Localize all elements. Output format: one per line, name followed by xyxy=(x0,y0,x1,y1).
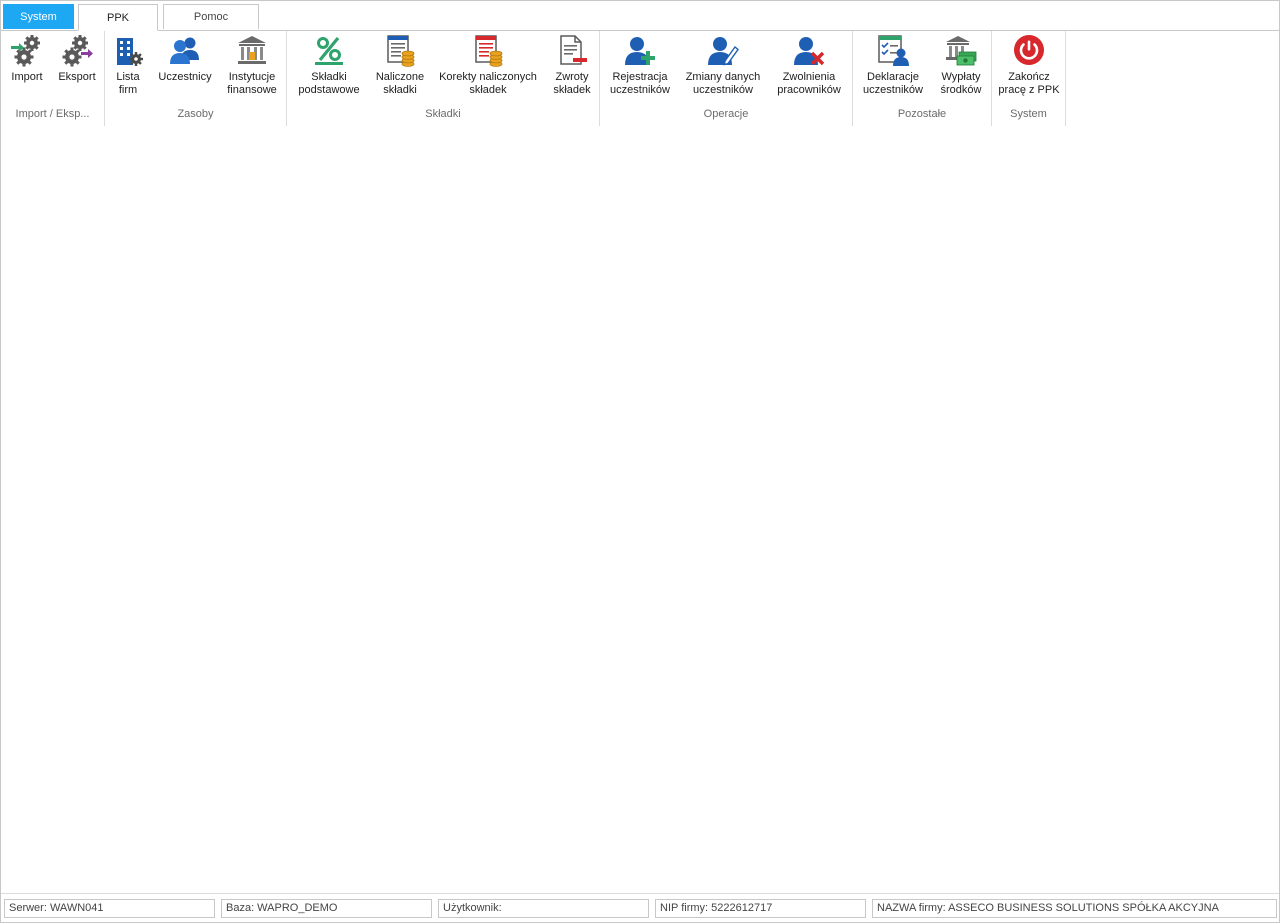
wyplaty-label: Wypłaty środków xyxy=(940,71,982,96)
document-coins-red-icon xyxy=(475,35,503,67)
document-coins-icon xyxy=(387,35,415,67)
group-label-pozostale: Pozostałe xyxy=(897,108,947,120)
group-pozostale: Deklaracje uczestników Wypłaty środków P… xyxy=(853,31,992,126)
zakoncz-button[interactable]: Zakończ pracę z PPK xyxy=(996,34,1062,102)
skladki-podstawowe-label: Składki podstawowe xyxy=(298,71,360,96)
uczestnicy-button[interactable]: Uczestnicy xyxy=(155,34,215,102)
user-remove-icon xyxy=(794,37,825,66)
bank-money-icon xyxy=(946,36,977,66)
skladki-podstawowe-button[interactable]: Składki podstawowe xyxy=(293,34,365,102)
group-system: Zakończ pracę z PPK System xyxy=(992,31,1066,126)
group-operacje: Rejestracja uczestników Zmiany danych ucze… xyxy=(600,31,853,126)
ribbon-tabs: System PPK Pomoc xyxy=(1,1,1279,31)
import-label: Import xyxy=(11,71,43,83)
bank-icon xyxy=(238,36,266,64)
instytucje-label: Instytucje finansowe xyxy=(227,71,277,96)
status-company: NAZWA firmy: ASSECO BUSINESS SOLUTIONS S… xyxy=(872,899,1277,918)
gears-export-icon xyxy=(62,35,93,67)
power-icon xyxy=(1014,35,1044,65)
gears-import-icon xyxy=(11,35,40,67)
status-nip: NIP firmy: 5222612717 xyxy=(655,899,866,918)
instytucje-button[interactable]: Instytucje finansowe xyxy=(221,34,283,102)
building-gear-icon xyxy=(117,38,143,66)
group-label-skladki: Składki xyxy=(425,108,461,120)
zwroty-skladek-button[interactable]: Zwroty składek xyxy=(549,34,595,102)
deklaracje-button[interactable]: Deklaracje uczestników xyxy=(859,34,927,102)
status-bar: Serwer: WAWN041 Baza: WAPRO_DEMO Użytkow… xyxy=(1,893,1279,922)
lista-firm-label: Lista firm xyxy=(116,71,140,96)
tab-pomoc[interactable]: Pomoc xyxy=(163,4,259,29)
group-label-system: System xyxy=(1010,108,1047,120)
wyplaty-button[interactable]: Wypłaty środków xyxy=(935,34,987,102)
group-zasoby: Lista firm Uczestnicy Instytucje finanso… xyxy=(105,31,287,126)
status-user: Użytkownik: xyxy=(438,899,649,918)
naliczone-skladki-label: Naliczone składki xyxy=(375,71,425,96)
import-button[interactable]: Import xyxy=(6,34,48,102)
group-label-zasoby: Zasoby xyxy=(177,108,214,120)
group-import-export: Import Eksport Import / Eksp... xyxy=(1,31,105,126)
deklaracje-label: Deklaracje uczestników xyxy=(863,71,923,96)
korekty-label: Korekty naliczonych składek xyxy=(439,71,537,96)
user-add-icon xyxy=(625,37,655,65)
percent-icon xyxy=(315,36,343,65)
main-content-area xyxy=(1,126,1279,893)
checklist-user-icon xyxy=(878,35,909,66)
users-icon xyxy=(170,37,199,64)
zwolnienia-label: Zwolnienia pracowników xyxy=(777,71,841,96)
ribbon: Import Eksport Import / Eksp... Lista fi… xyxy=(1,30,1279,127)
document-minus-icon xyxy=(560,35,587,65)
user-edit-icon xyxy=(708,37,739,66)
status-server: Serwer: WAWN041 xyxy=(4,899,215,918)
export-label: Eksport xyxy=(58,71,96,83)
zwolnienia-button[interactable]: Zwolnienia pracowników xyxy=(771,34,847,102)
tab-system[interactable]: System xyxy=(3,4,74,29)
naliczone-skladki-button[interactable]: Naliczone składki xyxy=(371,34,429,102)
zwroty-skladek-label: Zwroty składek xyxy=(553,71,591,96)
group-skladki: Składki podstawowe Naliczone składki Kor… xyxy=(287,31,600,126)
zmiany-danych-button[interactable]: Zmiany danych uczestników xyxy=(682,34,764,102)
group-label-import-export: Import / Eksp... xyxy=(15,108,90,120)
rejestracja-button[interactable]: Rejestracja uczestników xyxy=(606,34,674,102)
app-window: System PPK Pomoc Import Eksport Import /… xyxy=(0,0,1280,923)
zakoncz-label: Zakończ pracę z PPK xyxy=(998,71,1060,96)
korekty-button[interactable]: Korekty naliczonych składek xyxy=(435,34,541,102)
uczestnicy-label: Uczestnicy xyxy=(158,71,212,83)
lista-firm-button[interactable]: Lista firm xyxy=(111,34,145,102)
export-button[interactable]: Eksport xyxy=(53,34,101,102)
tab-ppk[interactable]: PPK xyxy=(78,4,158,31)
status-database: Baza: WAPRO_DEMO xyxy=(221,899,432,918)
rejestracja-label: Rejestracja uczestników xyxy=(610,71,670,96)
group-label-operacje: Operacje xyxy=(703,108,749,120)
zmiany-danych-label: Zmiany danych uczestników xyxy=(685,71,761,96)
